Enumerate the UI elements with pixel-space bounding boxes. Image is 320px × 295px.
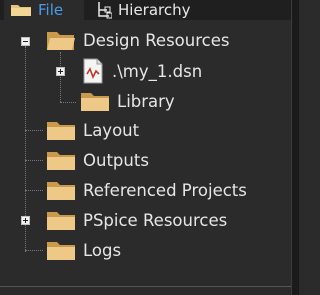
tab-file[interactable]: File bbox=[4, 0, 84, 20]
tree-item-label: Library bbox=[117, 91, 175, 111]
folder-icon bbox=[46, 149, 76, 171]
tree-item-label: Referenced Projects bbox=[83, 180, 247, 200]
schematic-file-icon bbox=[82, 58, 104, 84]
folder-icon bbox=[80, 90, 110, 112]
folder-icon bbox=[10, 3, 32, 17]
tree-item-label: Design Resources bbox=[83, 30, 230, 50]
tab-hierarchy[interactable]: Hierarchy bbox=[92, 0, 191, 20]
tree-item-outputs[interactable]: Outputs bbox=[46, 146, 149, 174]
tree-item-label: PSpice Resources bbox=[83, 210, 228, 230]
tree-item-design-resources[interactable]: Design Resources bbox=[46, 26, 229, 54]
tree-item-referenced-projects[interactable]: Referenced Projects bbox=[46, 176, 247, 204]
tree-item-label: Outputs bbox=[83, 150, 149, 170]
folder-icon bbox=[46, 209, 76, 231]
tab-bar: File Hierarchy bbox=[0, 0, 299, 20]
tree-item-design-file[interactable]: .\my_1.dsn bbox=[82, 57, 202, 85]
tree-connector bbox=[25, 130, 43, 131]
tab-hierarchy-label: Hierarchy bbox=[118, 1, 191, 19]
folder-open-icon bbox=[46, 29, 76, 51]
tree-connector bbox=[60, 52, 61, 102]
expand-toggle[interactable] bbox=[21, 216, 30, 225]
tree-connector bbox=[60, 102, 76, 103]
project-tree: Design Resources .\my_1.dsn Library Layo… bbox=[0, 20, 292, 287]
hierarchy-icon bbox=[96, 1, 112, 19]
panel-border bbox=[0, 286, 292, 287]
folder-icon bbox=[46, 239, 76, 261]
expand-toggle[interactable] bbox=[56, 67, 65, 76]
tree-item-logs[interactable]: Logs bbox=[46, 236, 121, 264]
folder-icon bbox=[46, 119, 76, 141]
tree-item-label: .\my_1.dsn bbox=[112, 61, 203, 81]
tree-connector bbox=[25, 250, 43, 251]
tree-item-layout[interactable]: Layout bbox=[46, 116, 139, 144]
tree-item-label: Logs bbox=[83, 240, 122, 260]
tree-item-label: Layout bbox=[83, 120, 140, 140]
collapse-toggle[interactable] bbox=[21, 37, 30, 46]
tab-file-label: File bbox=[38, 1, 64, 19]
tree-connector bbox=[25, 190, 43, 191]
tree-item-library[interactable]: Library bbox=[80, 87, 175, 115]
folder-icon bbox=[46, 179, 76, 201]
panel-splitter[interactable] bbox=[291, 0, 299, 295]
tree-connector bbox=[25, 160, 43, 161]
tree-item-pspice-resources[interactable]: PSpice Resources bbox=[46, 206, 227, 234]
